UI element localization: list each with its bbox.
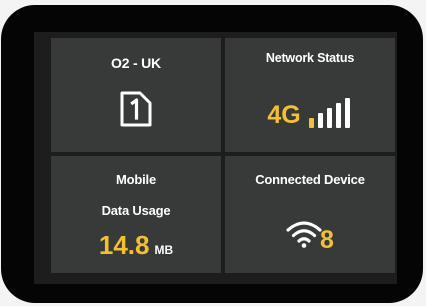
- signal-bar-4: [335, 103, 341, 128]
- signal-bar-1: [308, 118, 314, 128]
- connected-device-title: Connected Device: [255, 172, 365, 187]
- network-type: 4G: [267, 101, 301, 129]
- signal-bar-3: [326, 108, 332, 128]
- signal-bar-5: [344, 98, 350, 128]
- data-usage-tile[interactable]: Mobile Data Usage 14.8 MB: [51, 156, 221, 273]
- operator-name: O2 - UK: [111, 55, 161, 71]
- signal-bar-2: [317, 113, 323, 128]
- sim-card-icon: [117, 90, 155, 133]
- data-usage-title-line1: Mobile: [116, 172, 156, 187]
- operator-tile[interactable]: O2 - UK: [51, 38, 221, 152]
- network-status-title: Network Status: [265, 51, 355, 65]
- data-usage-unit: MB: [154, 243, 174, 257]
- signal-strength-icon: [307, 98, 353, 128]
- connected-device-count: 8: [320, 226, 334, 254]
- network-status-tile[interactable]: Network Status 4G: [225, 38, 395, 152]
- device-bezel: O2 - UK Network Status 4G Mobile Data Us…: [1, 5, 423, 303]
- data-usage-value: 14.8: [98, 230, 150, 260]
- wifi-icon: [286, 218, 322, 253]
- dashboard-screen: O2 - UK Network Status 4G Mobile Data Us…: [34, 32, 397, 284]
- connected-device-tile[interactable]: Connected Device 8: [225, 156, 395, 273]
- data-usage-title-line2: Data Usage: [101, 203, 171, 218]
